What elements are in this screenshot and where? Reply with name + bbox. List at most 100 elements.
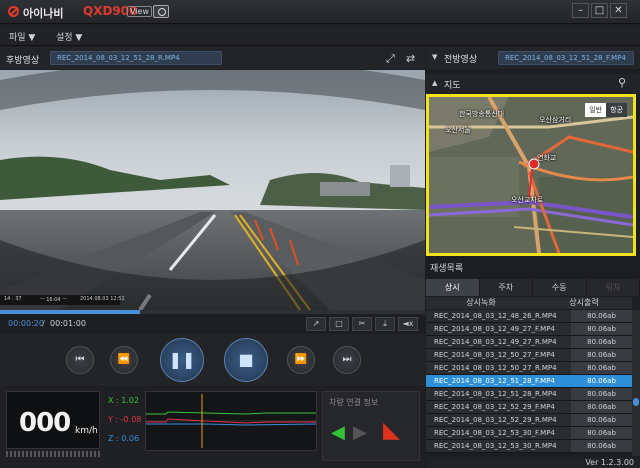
pause-button[interactable]: ❚❚ xyxy=(160,338,204,382)
speed-unit: km/h xyxy=(75,426,98,436)
scrollbar-thumb[interactable] xyxy=(633,398,639,406)
title-bar: 아이나비 QXD900 View – □ ✕ xyxy=(0,0,640,24)
column-recording[interactable]: 상시녹화 xyxy=(426,297,536,309)
playlist-row-size: 80.06ab xyxy=(571,336,632,348)
forward-button[interactable]: ⏩ xyxy=(287,346,315,374)
expand-icon[interactable]: ▲ xyxy=(432,79,437,87)
map-image xyxy=(429,97,633,253)
playlist-row-name: REC_2014_08_03_12_51_28_R.MP4 xyxy=(434,390,557,398)
location-pin-icon[interactable]: ⚲ xyxy=(618,76,626,89)
overlay-left: 14 : 37 xyxy=(4,296,22,302)
overlay-right: 2014.08.03 12:51 xyxy=(80,296,125,302)
playlist-row-name: REC_2014_08_03_12_49_27_F.MP4 xyxy=(434,325,555,333)
rear-video-header: 후방영상 REC_2014_08_03_12_51_28_R.MP4 ⤢ ⇄ xyxy=(0,47,425,69)
column-output[interactable]: 상시출력 xyxy=(536,297,632,309)
playlist-row-size: 80.06ab xyxy=(571,401,632,413)
menu-bar: 파일 ▼ 설정 ▼ xyxy=(0,25,640,46)
speed-value: 000 xyxy=(19,408,71,438)
info-panel: 000 km/h X : 1.02 Y : -0.08 Z : 0.06 차량 … xyxy=(0,387,425,468)
playlist-row[interactable]: REC_2014_08_03_12_52_29_R.MP4 80.06ab xyxy=(426,414,632,427)
menu-settings[interactable]: 설정 ▼ xyxy=(56,30,82,43)
seek-bar[interactable] xyxy=(0,310,425,314)
mute-button[interactable]: ◄x xyxy=(398,317,418,331)
playlist-tabs: 상시 주차 수동 위치 xyxy=(426,279,640,296)
gsensor-z: Z : 0.06 xyxy=(108,434,140,443)
playlist-columns: 상시녹화 상시출력 xyxy=(426,297,632,309)
gsensor-y: Y : -0.08 xyxy=(108,415,142,424)
minimize-button[interactable]: – xyxy=(572,3,589,18)
playlist-row-name: REC_2014_08_03_12_52_29_F.MP4 xyxy=(434,403,555,411)
gsensor-x: X : 1.02 xyxy=(108,396,140,405)
previous-button[interactable]: ⏮ xyxy=(66,346,94,374)
playlist-row[interactable]: REC_2014_08_03_12_53_30_R.MP4 80.06ab xyxy=(426,440,632,453)
playlist-row-name: REC_2014_08_03_12_49_27_R.MP4 xyxy=(434,338,557,346)
menu-file[interactable]: 파일 ▼ xyxy=(9,30,35,43)
speedometer: 000 km/h xyxy=(6,391,100,449)
map-mode-toggle: 일반 항공 xyxy=(585,103,627,117)
playlist-row-name: REC_2014_08_03_12_51_28_F.MP4 xyxy=(426,375,571,387)
tab-location[interactable]: 위치 xyxy=(587,279,640,296)
map-label: 한국방송통신대 xyxy=(459,110,505,118)
current-time: 00:00:20 xyxy=(8,319,44,328)
tab-parking[interactable]: 주차 xyxy=(480,279,533,296)
playlist-row[interactable]: REC_2014_08_03_12_49_27_R.MP4 80.06ab xyxy=(426,336,632,349)
speed-bar xyxy=(6,451,100,457)
screen-button[interactable]: □ xyxy=(329,317,349,331)
playlist-row-size: 80.06ab xyxy=(571,388,632,400)
maximize-button[interactable]: □ xyxy=(591,3,608,18)
map-title: 지도 xyxy=(444,81,461,91)
rewind-button[interactable]: ⏪ xyxy=(110,346,138,374)
playlist-row-size: 80.06ab xyxy=(571,414,632,426)
cut-button[interactable]: ✂ xyxy=(352,317,372,331)
playlist-row-size: 80.06ab xyxy=(571,323,632,335)
front-video-file: REC_2014_08_03_12_51_28_F.MP4 xyxy=(498,51,634,65)
map-header: ▲ 지도 ⚲ xyxy=(426,74,640,93)
tab-normal[interactable]: 상시 xyxy=(426,279,480,296)
right-turn-icon: ▶ xyxy=(353,422,367,443)
playlist-row-size: 80.06ab xyxy=(571,349,632,361)
playlist-row[interactable]: REC_2014_08_03_12_51_28_R.MP4 80.06ab xyxy=(426,388,632,401)
playlist-row[interactable]: REC_2014_08_03_12_48_26_R.MP4 80.06ab xyxy=(426,310,632,323)
video-frame[interactable]: 14 : 37 ㅡ 16:04 ㅡ 2014.08.03 12:51 xyxy=(0,70,425,310)
download-button[interactable]: ⤓ xyxy=(375,317,395,331)
status-bar: Ver 1.2.3.00 xyxy=(426,457,640,468)
stop-button[interactable]: ■ xyxy=(224,338,268,382)
map-label: 연화교 xyxy=(537,154,557,162)
brand-name: 아이나비 xyxy=(23,7,64,20)
map-mode-satellite[interactable]: 항공 xyxy=(606,103,627,117)
map-mode-normal[interactable]: 일반 xyxy=(585,103,607,117)
rear-video-file: REC_2014_08_03_12_51_28_R.MP4 xyxy=(50,51,222,65)
map-label: 오산서울 xyxy=(445,126,471,134)
playlist-scrollbar[interactable] xyxy=(632,310,640,456)
export-button[interactable]: ↗ xyxy=(306,317,326,331)
playback-controls: ⏮ ⏪ ❚❚ ■ ⏩ ⏭ xyxy=(0,334,425,386)
version-label: Ver 1.2.3.00 xyxy=(585,458,634,467)
playlist-row-size: 80.06ab xyxy=(571,440,632,452)
vehicle-info-title: 차량 연결 정보 xyxy=(329,398,379,407)
map-view[interactable]: 일반 항공 한국방송통신대 오산삼거리 오산서울 연화교 오산교차로 xyxy=(426,94,636,256)
playlist-row[interactable]: REC_2014_08_03_12_50_27_R.MP4 80.06ab xyxy=(426,362,632,375)
playlist-row-name: REC_2014_08_03_12_52_29_R.MP4 xyxy=(434,416,557,424)
fullscreen-icon[interactable]: ⤢ xyxy=(386,52,395,66)
playlist-row-name: REC_2014_08_03_12_50_27_F.MP4 xyxy=(434,351,555,359)
collapse-icon[interactable]: ▼ xyxy=(432,53,437,61)
swap-icon[interactable]: ⇄ xyxy=(406,52,415,65)
playlist-row-name: REC_2014_08_03_12_48_26_R.MP4 xyxy=(434,312,557,320)
playlist-row[interactable]: REC_2014_08_03_12_50_27_F.MP4 80.06ab xyxy=(426,349,632,362)
total-time: 00:01:00 xyxy=(50,319,86,328)
playlist-row[interactable]: REC_2014_08_03_12_51_28_F.MP4 80.06ab xyxy=(426,375,632,388)
playlist-row-size: 80.06ab xyxy=(571,362,632,374)
playlist-row-size: 80.06ab xyxy=(571,310,632,322)
camera-icon[interactable] xyxy=(153,5,169,18)
left-turn-icon: ◀ xyxy=(331,422,345,443)
playlist-row[interactable]: REC_2014_08_03_12_49_27_F.MP4 80.06ab xyxy=(426,323,632,336)
view-tag: View xyxy=(127,6,152,17)
playlist-row[interactable]: REC_2014_08_03_12_52_29_F.MP4 80.06ab xyxy=(426,401,632,414)
tab-manual[interactable]: 수동 xyxy=(533,279,587,296)
playlist-row[interactable]: REC_2014_08_03_12_53_30_F.MP4 80.06ab xyxy=(426,427,632,440)
map-label: 오산교차로 xyxy=(511,196,544,204)
playlist-title: 재생목록 xyxy=(430,264,464,274)
gsensor-plot xyxy=(146,394,317,448)
close-button[interactable]: ✕ xyxy=(610,3,627,18)
next-button[interactable]: ⏭ xyxy=(333,346,361,374)
